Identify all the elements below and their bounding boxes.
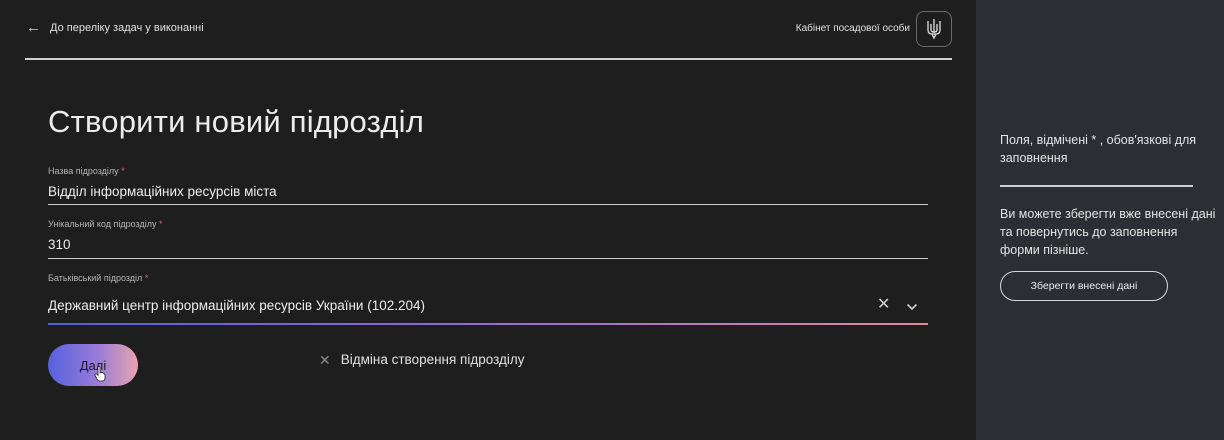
trident-icon[interactable] (916, 11, 952, 47)
parent-unit-label: Батьківський підрозділ * (48, 273, 928, 283)
unit-name-field: Назва підрозділу * (48, 166, 928, 205)
parent-unit-select[interactable]: Державний центр інформаційних ресурсів У… (48, 298, 928, 318)
unit-name-label: Назва підрозділу * (48, 166, 928, 176)
save-hint: Ви можете зберегти вже внесені дані та п… (1000, 207, 1216, 257)
field-underline (48, 258, 928, 259)
unit-code-input[interactable] (48, 234, 928, 254)
unit-code-label-text: Унікальний код підрозділу (48, 219, 157, 229)
page-title: Створити новий підрозділ (48, 104, 424, 139)
page: ← До переліку задач у виконанні Кабінет … (0, 0, 1224, 440)
side-panel: Поля, відмічені * , обов'язкові для запо… (976, 0, 1224, 440)
arrow-left-icon: ← (26, 19, 41, 36)
unit-name-label-text: Назва підрозділу (48, 166, 119, 176)
cancel-link[interactable]: ✕ Відміна створення підрозділу (319, 352, 525, 367)
cabinet-label: Кабінет посадової особи (795, 23, 910, 34)
chevron-down-icon[interactable] (906, 298, 918, 316)
unit-code-field: Унікальний код підрозділу * (48, 219, 928, 259)
hand-cursor-icon (94, 366, 106, 387)
close-icon[interactable]: ✕ (877, 297, 890, 313)
back-link[interactable]: ← До переліку задач у виконанні (26, 20, 204, 36)
save-draft-button[interactable]: Зберегти внесені дані (1000, 271, 1168, 301)
close-icon: ✕ (319, 351, 331, 368)
next-button[interactable]: Далі (48, 344, 138, 386)
header-divider (25, 58, 952, 60)
field-underline (48, 204, 928, 205)
back-link-label: До переліку задач у виконанні (50, 22, 204, 34)
required-mark: * (121, 166, 125, 176)
parent-unit-label-text: Батьківський підрозділ (48, 273, 143, 283)
required-mark: * (144, 273, 149, 283)
required-fields-note: Поля, відмічені * , обов'язкові для запо… (1000, 133, 1197, 165)
field-underline-active (48, 323, 928, 325)
side-divider (1000, 185, 1193, 187)
cancel-link-label: Відміна створення підрозділу (340, 352, 525, 367)
unit-code-label: Унікальний код підрозділу * (48, 219, 928, 229)
main-panel: ← До переліку задач у виконанні Кабінет … (0, 0, 976, 440)
parent-unit-field: Батьківський підрозділ * Державний центр… (48, 273, 928, 325)
unit-name-input[interactable] (48, 181, 928, 201)
required-mark: * (158, 219, 163, 229)
